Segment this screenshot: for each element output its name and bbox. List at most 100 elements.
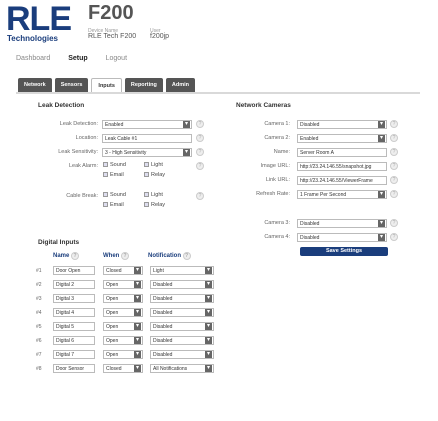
- input-name-field[interactable]: Digital 7: [53, 350, 95, 359]
- device-model-title: F200: [88, 2, 134, 24]
- col-header-name-text: Name: [53, 253, 70, 259]
- input-when-select[interactable]: Open: [103, 336, 143, 345]
- input-notification-select[interactable]: Light: [150, 266, 214, 275]
- input-notification-select[interactable]: Disabled: [150, 322, 214, 331]
- input-when-select[interactable]: Closed: [103, 266, 143, 275]
- help-icon[interactable]: ?: [121, 252, 130, 260]
- input-name-field[interactable]: Digital 3: [53, 294, 95, 303]
- camera4-select[interactable]: Disabled: [297, 233, 387, 242]
- input-name-field[interactable]: Door Sensor: [53, 364, 95, 373]
- camera-name-input[interactable]: Server Room A: [297, 148, 387, 157]
- help-icon[interactable]: ?: [390, 120, 398, 128]
- help-icon[interactable]: ?: [196, 192, 204, 200]
- checkbox-icon[interactable]: [103, 192, 108, 197]
- checkbox-icon[interactable]: [144, 202, 149, 207]
- sensitivity-label: Leak Sensitivity:: [58, 149, 98, 155]
- nav-logout[interactable]: Logout: [106, 55, 127, 62]
- location-label: Location:: [75, 135, 98, 141]
- input-name-field[interactable]: Digital 6: [53, 336, 95, 345]
- location-input[interactable]: Leak Cable #1: [102, 134, 192, 143]
- tab-network[interactable]: Network: [18, 78, 52, 93]
- help-icon[interactable]: ?: [390, 176, 398, 184]
- save-settings-button[interactable]: Save Settings: [300, 247, 388, 256]
- input-name-field[interactable]: Digital 4: [53, 308, 95, 317]
- sensitivity-select[interactable]: 3 - High Sensitivity: [102, 148, 192, 157]
- checkbox-icon[interactable]: [103, 202, 108, 207]
- tab-sensors[interactable]: Sensors: [54, 78, 89, 93]
- tab-admin[interactable]: Admin: [165, 78, 196, 93]
- tab-inputs[interactable]: Inputs: [91, 78, 122, 93]
- checkbox-icon[interactable]: [144, 192, 149, 197]
- input-when-select[interactable]: Open: [103, 308, 143, 317]
- input-name-field[interactable]: Door Open: [53, 266, 95, 275]
- input-when-select[interactable]: Open: [103, 280, 143, 289]
- help-icon[interactable]: ?: [196, 134, 204, 142]
- alarm-relay-label: Relay: [151, 172, 166, 178]
- break-relay-checkbox[interactable]: Relay: [144, 202, 165, 208]
- tab-reporting[interactable]: Reporting: [124, 78, 163, 93]
- alarm-light-checkbox[interactable]: Light: [144, 162, 163, 168]
- help-icon[interactable]: ?: [390, 134, 398, 142]
- top-nav: Dashboard Setup Logout: [16, 55, 143, 62]
- camera2-select[interactable]: Enabled: [297, 134, 387, 143]
- checkbox-icon[interactable]: [144, 162, 149, 167]
- help-icon[interactable]: ?: [196, 120, 204, 128]
- digital-inputs-title: Digital Inputs: [38, 239, 80, 246]
- setup-tabs: Network Sensors Inputs Reporting Admin: [18, 78, 196, 93]
- input-when-select[interactable]: Open: [103, 350, 143, 359]
- logo: RLE Technologies: [6, 0, 80, 46]
- checkbox-icon[interactable]: [103, 162, 108, 167]
- break-email-checkbox[interactable]: Email: [103, 202, 124, 208]
- input-when-select[interactable]: Open: [103, 322, 143, 331]
- input-when-select[interactable]: Closed: [103, 364, 143, 373]
- camera1-label: Camera 1:: [264, 121, 290, 127]
- help-icon[interactable]: ?: [182, 252, 191, 260]
- network-cameras-title: Network Cameras: [236, 102, 291, 109]
- alarm-email-checkbox[interactable]: Email: [103, 172, 124, 178]
- row-number: #7: [36, 352, 42, 358]
- help-icon[interactable]: ?: [71, 252, 80, 260]
- camera-name-label: Name:: [273, 149, 290, 155]
- row-number: #6: [36, 338, 42, 344]
- alarm-sound-checkbox[interactable]: Sound: [103, 162, 126, 168]
- camera3-select[interactable]: Disabled: [297, 219, 387, 228]
- image-url-input[interactable]: http://23.24.146.55/snapshot.jpg: [297, 162, 387, 171]
- input-when-select[interactable]: Open: [103, 294, 143, 303]
- leak-detection-title: Leak Detection: [38, 102, 85, 109]
- checkbox-icon[interactable]: [144, 172, 149, 177]
- help-icon[interactable]: ?: [390, 233, 398, 241]
- help-icon[interactable]: ?: [390, 162, 398, 170]
- help-icon[interactable]: ?: [196, 162, 204, 170]
- input-notification-select[interactable]: Disabled: [150, 308, 214, 317]
- help-icon[interactable]: ?: [390, 148, 398, 156]
- input-name-field[interactable]: Digital 5: [53, 322, 95, 331]
- alarm-relay-checkbox[interactable]: Relay: [144, 172, 165, 178]
- nav-setup[interactable]: Setup: [68, 55, 87, 62]
- break-light-checkbox[interactable]: Light: [144, 192, 163, 198]
- input-notification-select[interactable]: Disabled: [150, 280, 214, 289]
- row-number: #1: [36, 268, 42, 274]
- leak-alarm-label: Leak Alarm:: [68, 163, 98, 169]
- link-url-label: Link URL:: [265, 177, 290, 183]
- row-number: #4: [36, 310, 42, 316]
- user-value: f200jp: [150, 33, 170, 40]
- refresh-rate-select[interactable]: 1 Frame Per Second: [297, 190, 387, 199]
- link-url-input[interactable]: http://23.24.146.55/ViewerFrame: [297, 176, 387, 185]
- camera1-select[interactable]: Disabled: [297, 120, 387, 129]
- nav-dashboard[interactable]: Dashboard: [16, 55, 50, 62]
- input-notification-select[interactable]: Disabled: [150, 336, 214, 345]
- leak-detection-label: Leak Detection:: [59, 121, 98, 127]
- checkbox-icon[interactable]: [103, 172, 108, 177]
- break-sound-checkbox[interactable]: Sound: [103, 192, 126, 198]
- device-name-value: RLE Tech F200: [88, 33, 137, 40]
- refresh-rate-label: Refresh Rate:: [256, 191, 290, 197]
- help-icon[interactable]: ?: [196, 148, 204, 156]
- leak-detection-select[interactable]: Enabled: [102, 120, 192, 129]
- input-notification-select[interactable]: Disabled: [150, 350, 214, 359]
- logo-subtitle: Technologies: [7, 34, 58, 43]
- input-name-field[interactable]: Digital 2: [53, 280, 95, 289]
- help-icon[interactable]: ?: [390, 190, 398, 198]
- help-icon[interactable]: ?: [390, 219, 398, 227]
- input-notification-select[interactable]: All Notifications: [150, 364, 214, 373]
- input-notification-select[interactable]: Disabled: [150, 294, 214, 303]
